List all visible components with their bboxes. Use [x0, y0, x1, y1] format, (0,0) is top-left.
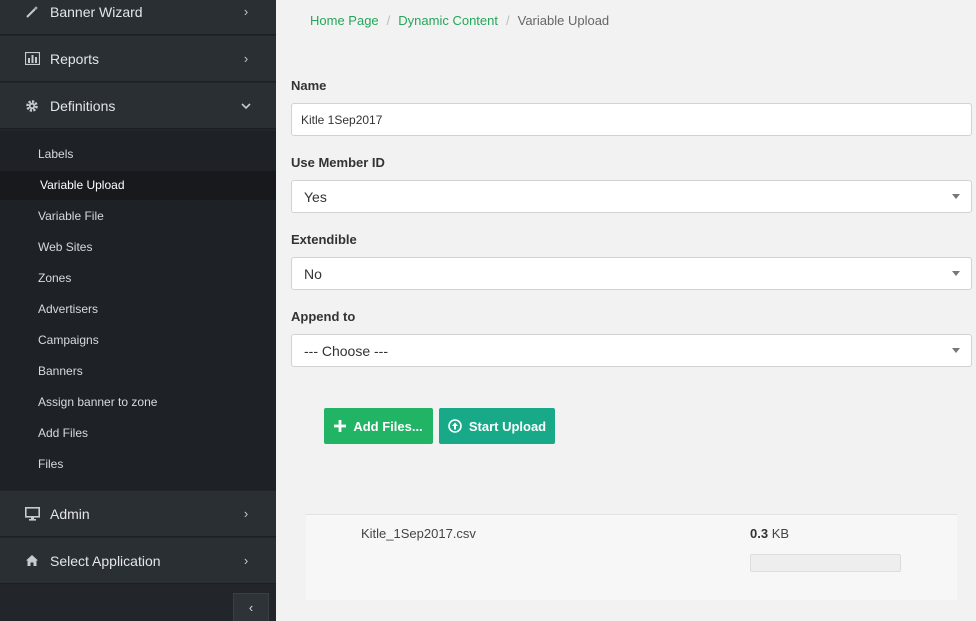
- name-input-value: Kitle 1Sep2017: [301, 112, 383, 127]
- chevron-right-icon: ›: [243, 4, 249, 19]
- use-member-id-value: Yes: [304, 188, 327, 205]
- monitor-icon: [23, 506, 41, 521]
- sidebar-subitem-labels[interactable]: Labels: [0, 140, 276, 169]
- gear-icon: [23, 99, 41, 113]
- start-upload-button[interactable]: Start Upload: [439, 408, 555, 444]
- sidebar-item-label: Banner Wizard: [50, 3, 143, 20]
- extendible-label: Extendible: [291, 232, 357, 247]
- breadcrumb-separator: /: [386, 13, 391, 28]
- sidebar-subitem-variable-file[interactable]: Variable File: [0, 202, 276, 231]
- upload-file-row: Kitle_1Sep2017.csv 0.3 KB: [306, 514, 957, 600]
- breadcrumb: Home Page / Dynamic Content / Variable Uploa…: [310, 13, 609, 28]
- name-label: Name: [291, 78, 327, 93]
- sidebar-item-label: Reports: [50, 50, 100, 67]
- sidebar-item-label: Select Application: [50, 552, 161, 569]
- start-upload-label: Start Upload: [468, 418, 547, 434]
- chevron-right-icon: ›: [243, 506, 249, 521]
- bar-chart-icon: [23, 52, 41, 65]
- chevron-right-icon: ›: [243, 553, 249, 568]
- sidebar-subitem-files[interactable]: Files: [0, 450, 276, 479]
- home-icon: [23, 554, 41, 567]
- magic-wand-icon: [23, 5, 41, 19]
- extendible-select[interactable]: No: [291, 257, 972, 290]
- caret-down-icon: [952, 194, 960, 199]
- sidebar-subitem-variable-upload[interactable]: Variable Upload: [0, 171, 276, 200]
- sidebar-item-admin[interactable]: Admin ›: [0, 491, 276, 537]
- sidebar-item-definitions[interactable]: Definitions: [0, 83, 276, 129]
- upload-circle-icon: [448, 419, 462, 433]
- plus-icon: [334, 420, 347, 432]
- sidebar: Banner Wizard › Reports › Definitions La…: [0, 0, 276, 621]
- caret-down-icon: [952, 348, 960, 353]
- file-size: 0.3 KB: [750, 526, 790, 541]
- append-to-select[interactable]: --- Choose ---: [291, 334, 972, 367]
- chevron-right-icon: ›: [243, 51, 249, 66]
- sidebar-subitem-web-sites[interactable]: Web Sites: [0, 233, 276, 262]
- add-files-label: Add Files...: [353, 418, 423, 434]
- breadcrumb-separator: /: [506, 13, 510, 28]
- definitions-submenu: Labels Variable Upload Variable File Web…: [0, 131, 276, 490]
- append-to-value: --- Choose ---: [304, 342, 389, 359]
- file-name: Kitle_1Sep2017.csv: [361, 526, 476, 541]
- caret-down-icon: [952, 271, 960, 276]
- sidebar-item-label: Definitions: [50, 97, 116, 114]
- use-member-id-label: Use Member ID: [291, 155, 385, 170]
- sidebar-subitem-campaigns[interactable]: Campaigns: [0, 326, 276, 355]
- sidebar-subitem-zones[interactable]: Zones: [0, 264, 276, 293]
- use-member-id-select[interactable]: Yes: [291, 180, 972, 213]
- sidebar-item-banner-wizard[interactable]: Banner Wizard ›: [0, 0, 276, 35]
- chevron-down-icon: [236, 98, 256, 113]
- sidebar-subitem-add-files[interactable]: Add Files: [0, 419, 276, 448]
- breadcrumb-home-link[interactable]: Home Page: [310, 13, 379, 28]
- breadcrumb-dynamic-content-link[interactable]: Dynamic Content: [398, 13, 498, 28]
- breadcrumb-current: Variable Upload: [517, 13, 610, 28]
- upload-progress-bar: [750, 554, 901, 572]
- sidebar-collapse-button[interactable]: ‹: [233, 593, 269, 621]
- sidebar-item-select-application[interactable]: Select Application ›: [0, 538, 276, 584]
- extendible-value: No: [304, 265, 322, 282]
- sidebar-item-label: Admin: [50, 505, 90, 522]
- append-to-label: Append to: [291, 309, 356, 324]
- sidebar-subitem-advertisers[interactable]: Advertisers: [0, 295, 276, 324]
- name-input[interactable]: Kitle 1Sep2017: [291, 103, 972, 136]
- sidebar-subitem-banners[interactable]: Banners: [0, 357, 276, 386]
- sidebar-subitem-assign-banner-to-zone[interactable]: Assign banner to zone: [0, 388, 276, 417]
- sidebar-item-reports[interactable]: Reports ›: [0, 36, 276, 82]
- add-files-button[interactable]: Add Files...: [324, 408, 433, 444]
